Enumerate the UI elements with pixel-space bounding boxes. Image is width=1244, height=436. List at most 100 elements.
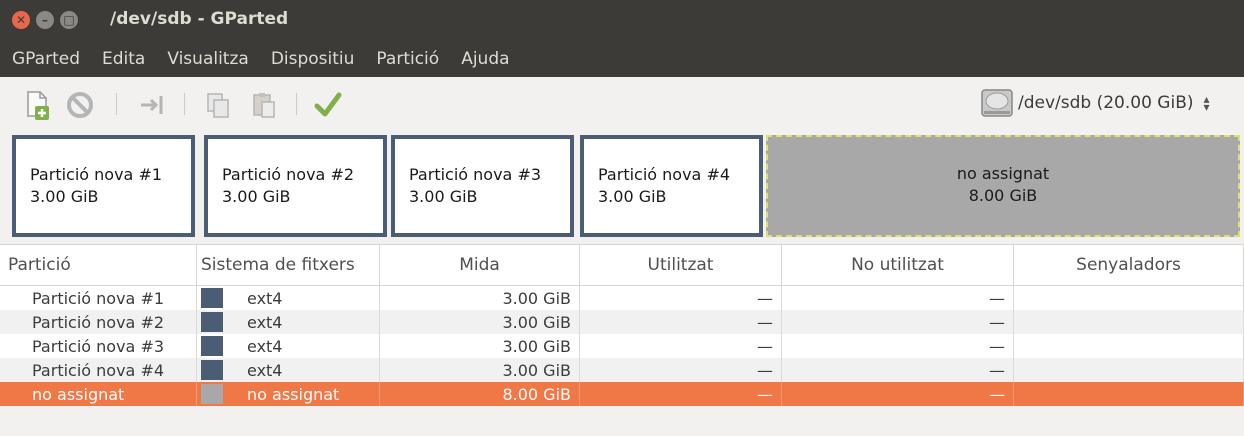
table-header: Partició Sistema de fitxers Mida Utilitz…	[0, 244, 1244, 286]
table-row-selected[interactable]: no assignat no assignat 8.00 GiB — —	[0, 382, 1244, 406]
new-document-icon	[27, 91, 49, 120]
cell-unused: —	[782, 286, 1014, 310]
cell-unused: —	[782, 334, 1014, 358]
filesystem-color-swatch	[201, 360, 223, 380]
copy-button[interactable]	[202, 89, 234, 121]
toolbar-separator	[296, 93, 297, 115]
cell-partition: Partició nova #1	[0, 286, 197, 310]
cell-used: —	[580, 358, 782, 382]
cell-size: 3.00 GiB	[380, 358, 580, 382]
menu-view[interactable]: Visualitza	[167, 49, 248, 69]
filesystem-color-swatch	[201, 384, 223, 404]
cell-partition: Partició nova #2	[0, 310, 197, 334]
cell-size: 3.00 GiB	[380, 334, 580, 358]
toolbar-separator	[116, 93, 117, 115]
hard-disk-icon	[981, 89, 1013, 117]
menu-device[interactable]: Dispositiu	[271, 49, 355, 69]
close-window-button[interactable]: ✕	[12, 11, 30, 29]
cell-filesystem: ext4	[197, 334, 380, 358]
graph-partition[interactable]: Partició nova #3 3.00 GiB	[391, 135, 574, 237]
title-bar: ✕ – □ /dev/sdb - GParted	[0, 0, 1244, 41]
filesystem-label: ext4	[247, 360, 283, 380]
column-header-size[interactable]: Mida	[380, 245, 580, 285]
device-label: /dev/sdb (20.00 GiB)	[1018, 93, 1194, 113]
filesystem-color-swatch	[201, 336, 223, 356]
column-header-filesystem[interactable]: Sistema de fitxers	[197, 245, 380, 285]
cell-used: —	[580, 286, 782, 310]
cell-partition: no assignat	[0, 382, 197, 406]
graph-partition[interactable]: Partició nova #1 3.00 GiB	[12, 135, 195, 237]
filesystem-label: ext4	[247, 336, 283, 356]
graph-unallocated-name: no assignat	[956, 164, 1050, 183]
cell-filesystem: ext4	[197, 358, 380, 382]
device-selector[interactable]: /dev/sdb (20.00 GiB) ▴ ▾	[980, 83, 1244, 123]
graph-partition[interactable]: Partició nova #4 3.00 GiB	[580, 135, 763, 237]
no-entry-icon	[67, 92, 93, 118]
cell-partition: Partició nova #4	[0, 358, 197, 382]
delete-partition-button[interactable]	[64, 89, 96, 121]
graph-partition-size: 3.00 GiB	[409, 187, 478, 206]
cell-used: —	[580, 382, 782, 406]
resize-arrow-icon	[141, 96, 163, 114]
menu-gparted[interactable]: GParted	[12, 49, 80, 69]
table-row[interactable]: Partició nova #4 ext4 3.00 GiB — —	[0, 358, 1244, 382]
partition-graph: Partició nova #1 3.00 GiB Partició nova …	[12, 135, 1244, 237]
table-row[interactable]: Partició nova #3 ext4 3.00 GiB — —	[0, 334, 1244, 358]
graph-partition[interactable]: Partició nova #2 3.00 GiB	[204, 135, 387, 237]
cell-size: 8.00 GiB	[380, 382, 580, 406]
cell-size: 3.00 GiB	[380, 310, 580, 334]
cell-flags	[1014, 334, 1244, 358]
cell-filesystem: ext4	[197, 286, 380, 310]
graph-unallocated[interactable]: no assignat 8.00 GiB	[766, 135, 1240, 237]
column-header-used[interactable]: Utilitzat	[580, 245, 782, 285]
menu-partition[interactable]: Partició	[376, 49, 439, 69]
paste-icon	[253, 93, 275, 118]
graph-partition-name: Partició nova #4	[598, 165, 731, 184]
spinner-arrows-icon: ▴ ▾	[1203, 92, 1210, 114]
table-row[interactable]: Partició nova #2 ext4 3.00 GiB — —	[0, 310, 1244, 334]
cell-flags	[1014, 286, 1244, 310]
menubar: GParted Edita Visualitza Dispositiu Part…	[0, 41, 1244, 77]
graph-partition-size: 3.00 GiB	[598, 187, 667, 206]
window-title: /dev/sdb - GParted	[110, 9, 289, 29]
minimize-window-button[interactable]: –	[36, 11, 54, 29]
filesystem-label: ext4	[247, 312, 283, 332]
cell-unused: —	[782, 310, 1014, 334]
new-partition-button[interactable]	[22, 89, 54, 121]
filesystem-label: ext4	[247, 288, 283, 308]
table-row[interactable]: Partició nova #1 ext4 3.00 GiB — —	[0, 286, 1244, 310]
toolbar-separator	[184, 93, 185, 115]
resize-move-button[interactable]	[136, 89, 168, 121]
graph-partition-size: 3.00 GiB	[30, 187, 99, 206]
apply-button[interactable]	[312, 89, 344, 121]
cell-flags	[1014, 358, 1244, 382]
filesystem-color-swatch	[201, 288, 223, 308]
cell-unused: —	[782, 382, 1014, 406]
menu-help[interactable]: Ajuda	[461, 49, 509, 69]
cell-flags	[1014, 382, 1244, 406]
column-header-partition[interactable]: Partició	[0, 245, 197, 285]
maximize-window-button[interactable]: □	[60, 11, 78, 29]
column-header-unused[interactable]: No utilitzat	[782, 245, 1014, 285]
graph-partition-name: Partició nova #2	[222, 165, 355, 184]
partition-table: Partició Sistema de fitxers Mida Utilitz…	[0, 244, 1244, 406]
graph-partition-size: 3.00 GiB	[222, 187, 291, 206]
column-header-flags[interactable]: Senyaladors	[1014, 245, 1244, 285]
checkmark-icon	[314, 92, 342, 117]
menu-edit[interactable]: Edita	[102, 49, 145, 69]
graph-partition-name: Partició nova #1	[30, 165, 163, 184]
filesystem-label: no assignat	[247, 384, 340, 404]
paste-button[interactable]	[248, 89, 280, 121]
graph-unallocated-size: 8.00 GiB	[968, 186, 1038, 205]
cell-flags	[1014, 310, 1244, 334]
cell-partition: Partició nova #3	[0, 334, 197, 358]
cell-used: —	[580, 334, 782, 358]
filesystem-color-swatch	[201, 312, 223, 332]
graph-partition-name: Partició nova #3	[409, 165, 542, 184]
cell-unused: —	[782, 358, 1014, 382]
cell-filesystem: no assignat	[197, 382, 380, 406]
cell-filesystem: ext4	[197, 310, 380, 334]
cell-size: 3.00 GiB	[380, 286, 580, 310]
copy-icon	[207, 93, 229, 118]
cell-used: —	[580, 310, 782, 334]
